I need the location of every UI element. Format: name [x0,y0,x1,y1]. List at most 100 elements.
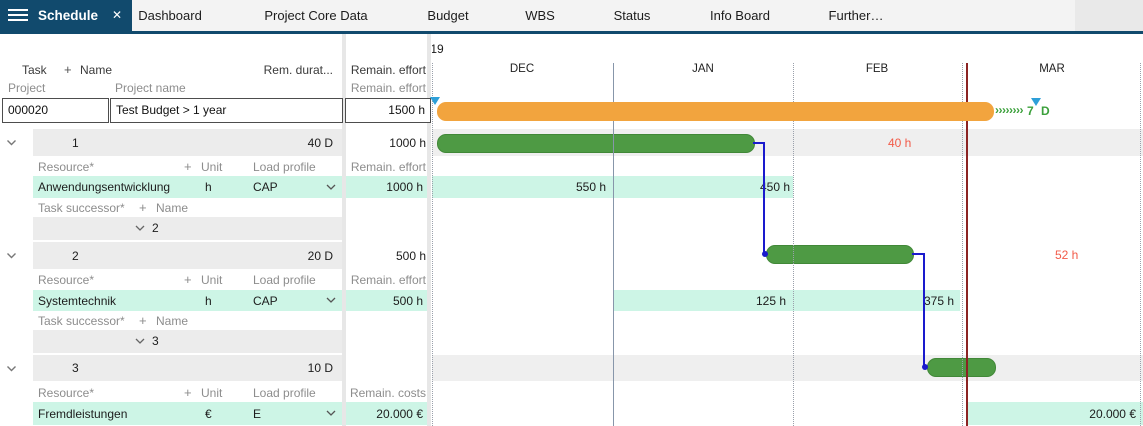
resource-2-name[interactable]: Systemtechnik [38,294,116,308]
resource-col-label: Resource* [38,160,94,174]
tab-bar-right-area [1075,0,1143,31]
successor-row-2[interactable] [33,330,342,353]
task-1-duration: 40 D [253,136,333,150]
tab-project-core-data[interactable]: Project Core Data [264,0,367,31]
tab-info-board[interactable]: Info Board [710,0,770,31]
collapse-task-3-icon[interactable] [6,365,17,372]
resource-3-unit[interactable]: € [205,407,212,421]
resource-3-name[interactable]: Fremdleistungen [38,407,127,421]
project-end-marker-icon [1031,98,1041,106]
successor-2-value: 3 [152,334,159,348]
tab-wbs[interactable]: WBS [525,0,555,31]
project-effort-col-label: Remain. effort [336,81,426,95]
project-col-label: Project [8,81,45,95]
resource-3-value[interactable]: 20.000 € [346,407,423,421]
successor-1-value: 2 [152,221,159,235]
unit-col-label: Unit [201,273,222,287]
col-header-remain-effort: Remain. effort [336,63,426,77]
tab-underline [0,31,1143,34]
load-profile-col-label: Load profile [253,273,316,287]
link-anchor-task-3 [922,364,928,370]
add-successor-icon[interactable]: + [139,313,147,328]
load-profile-dropdown-icon[interactable] [326,297,336,303]
month-label-dec: DEC [510,62,534,77]
col-header-name: Name [80,63,112,77]
tab-dashboard[interactable]: Dashboard [138,0,202,31]
gantt-year-label: 2019 [432,40,456,55]
tab-further[interactable]: Further… [829,0,884,31]
project-summary-bar[interactable] [437,102,994,121]
resource-1-value[interactable]: 1000 h [346,180,423,194]
active-tab-label: Schedule [38,0,98,31]
load-profile-dropdown-icon[interactable] [326,410,336,416]
effort-segment-jan: 450 h [650,180,790,194]
resource-1-unit[interactable]: h [205,180,212,194]
schedule-app: Schedule ✕ Dashboard Project Core Data B… [0,0,1143,426]
add-task-icon[interactable]: + [64,62,72,77]
effort-segment-feb: 375 h [820,294,954,308]
link-task1-task2-vertical [763,142,765,254]
project-start-marker-icon [430,97,440,105]
add-successor-icon[interactable]: + [139,200,147,215]
load-profile-col-label: Load profile [253,160,316,174]
resource-2-unit[interactable]: h [205,294,212,308]
collapse-task-2-icon[interactable] [6,252,17,259]
add-resource-icon[interactable]: + [184,385,192,400]
buffer-chevrons-icon: ›››››››› [995,103,1023,117]
task-3-duration: 10 D [253,361,333,375]
task-2-duration: 20 D [253,249,333,263]
task-1-bar[interactable] [437,134,755,153]
task-2-number: 2 [72,249,79,263]
add-resource-icon[interactable]: + [184,272,192,287]
task-2-bar[interactable] [766,245,914,264]
task-2-effort: 500 h [336,249,426,263]
add-resource-icon[interactable]: + [184,159,192,174]
project-name-col-label: Project name [115,81,186,95]
month-label-feb: FEB [866,62,888,77]
task-1-number: 1 [72,136,79,150]
close-icon[interactable]: ✕ [112,0,122,31]
panel-chart-splitter[interactable] [427,34,431,426]
resource-col-label: Resource* [38,386,94,400]
effort-segment-jan-2: 125 h [613,294,786,308]
effort-segment-dec: 550 h [432,180,606,194]
link-task2-task3-vertical [923,253,925,367]
task-successor-col-label: Task successor* [38,314,125,328]
resource-1-name[interactable]: Anwendungsentwicklung [38,180,170,194]
task-3-number: 3 [72,361,79,375]
successor-name-col-label: Name [156,201,188,215]
resource-2-value[interactable]: 500 h [346,294,423,308]
buffer-days-value: 7 [1027,104,1034,118]
project-name-field[interactable]: Test Budget > 1 year [110,98,343,123]
unit-col-label: Unit [201,160,222,174]
tab-status[interactable]: Status [614,0,651,31]
task-2-delta-label: 52 h [1055,248,1078,262]
task-successor-col-label: Task successor* [38,201,125,215]
link-anchor-task-2 [762,251,768,257]
costs-segment-mar: 20.000 € [967,407,1136,421]
project-effort-field[interactable]: 1500 h [345,98,431,123]
month-label-mar: MAR [1039,62,1065,77]
load-profile-col-label: Load profile [253,386,316,400]
resource-2-load-profile[interactable]: CAP [253,294,278,308]
resource-3-load-profile[interactable]: E [253,407,261,421]
task-1-effort: 1000 h [336,136,426,150]
tab-schedule[interactable]: Schedule ✕ [0,0,132,31]
remain-costs-col-label: Remain. costs [336,386,426,400]
menu-icon[interactable] [8,9,28,21]
successor-1-expand-icon[interactable] [135,225,145,231]
col-header-task: Task [22,63,47,77]
successor-name-col-label: Name [156,314,188,328]
successor-row-1[interactable] [33,217,342,240]
load-profile-dropdown-icon[interactable] [326,184,336,190]
buffer-days-unit: D [1041,104,1050,118]
resource-1-load-profile[interactable]: CAP [253,180,278,194]
gantt-row-stripe-task-3 [432,355,1143,381]
collapse-task-1-icon[interactable] [6,139,17,146]
chart-left-gridline [432,63,433,426]
project-id-field[interactable]: 000020 [2,98,109,123]
resource-col-label: Resource* [38,273,94,287]
successor-2-expand-icon[interactable] [135,338,145,344]
unit-col-label: Unit [201,386,222,400]
tab-budget[interactable]: Budget [427,0,468,31]
